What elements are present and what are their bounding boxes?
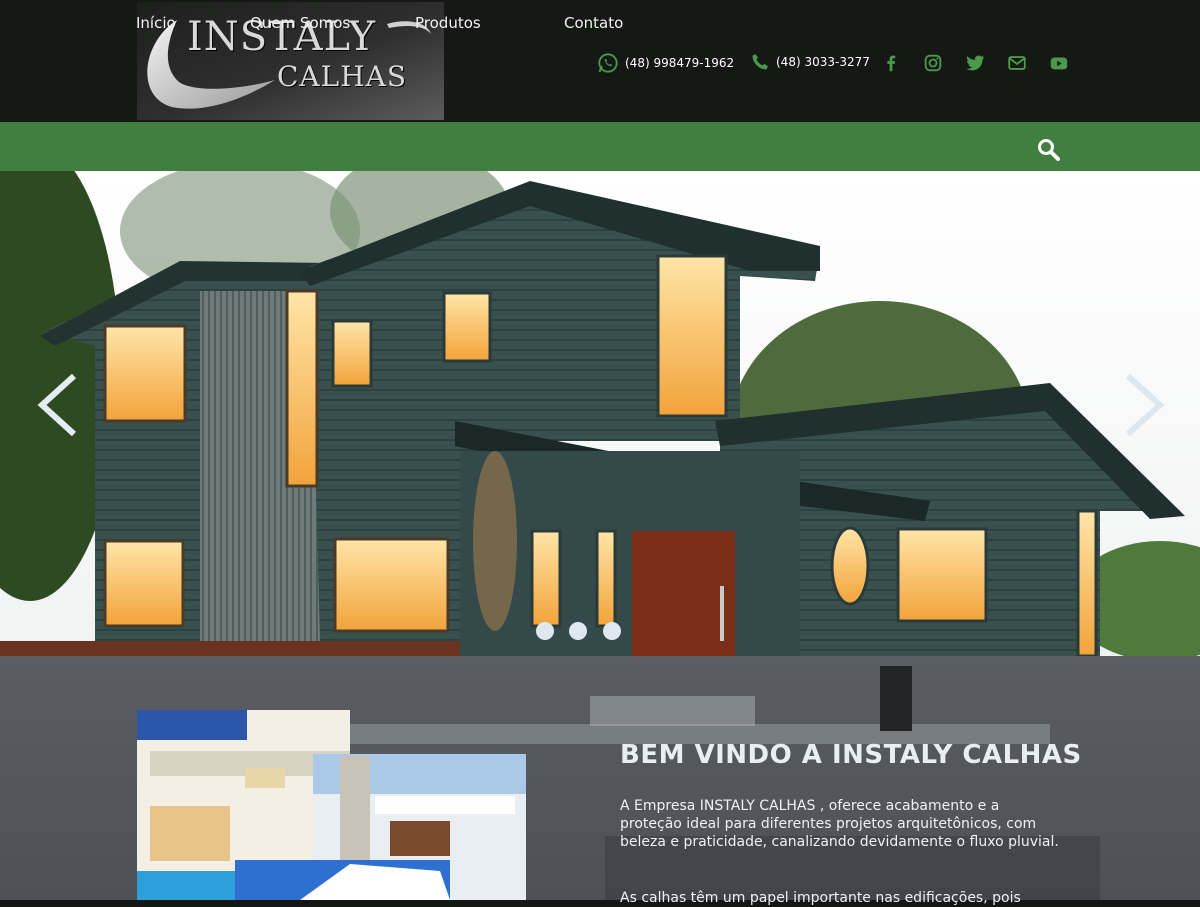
welcome-background-image	[137, 666, 1100, 900]
search-icon	[1038, 139, 1060, 161]
hero-slider	[0, 171, 1200, 656]
mail-icon[interactable]	[1006, 52, 1028, 74]
slider-prev-button[interactable]	[32, 370, 82, 440]
phone-number: (48) 3033-3277	[776, 55, 870, 69]
nav-item-contato[interactable]: Contato	[564, 14, 623, 32]
slider-dot-2[interactable]	[569, 622, 587, 640]
whatsapp-icon	[598, 53, 618, 73]
slider-dot-1[interactable]	[536, 622, 554, 640]
welcome-paragraph-1: A Empresa INSTALY CALHAS , oferece acaba…	[620, 798, 1059, 850]
welcome-section	[0, 656, 1200, 900]
nav-item-produtos[interactable]: Produtos	[415, 14, 481, 32]
whatsapp-number: (48) 998479-1962	[625, 56, 735, 70]
welcome-paragraph-2: As calhas têm um papel importante nas ed…	[620, 890, 1021, 906]
search-button[interactable]	[1036, 137, 1062, 163]
chevron-left-icon	[37, 373, 77, 437]
youtube-icon[interactable]	[1048, 52, 1070, 74]
facebook-icon[interactable]	[880, 52, 902, 74]
twitter-icon[interactable]	[964, 52, 986, 74]
nav-item-inicio[interactable]: Início	[136, 14, 176, 32]
phone-contact[interactable]: (48) 3033-3277	[750, 52, 870, 72]
phone-icon	[752, 54, 768, 70]
logo-text-line2: CALHAS	[277, 60, 408, 93]
hero-house-image	[0, 171, 1200, 656]
welcome-title: BEM VINDO A INSTALY CALHAS	[620, 740, 1082, 770]
instagram-icon[interactable]	[922, 52, 944, 74]
slider-dot-3[interactable]	[603, 622, 621, 640]
slider-next-button[interactable]	[1120, 370, 1170, 440]
whatsapp-contact[interactable]: (48) 998479-1962	[597, 52, 734, 74]
chevron-right-icon	[1125, 373, 1165, 437]
social-links	[880, 52, 1070, 74]
nav-item-quem-somos[interactable]: Quem Somos	[250, 14, 350, 32]
main-nav	[0, 122, 1200, 171]
